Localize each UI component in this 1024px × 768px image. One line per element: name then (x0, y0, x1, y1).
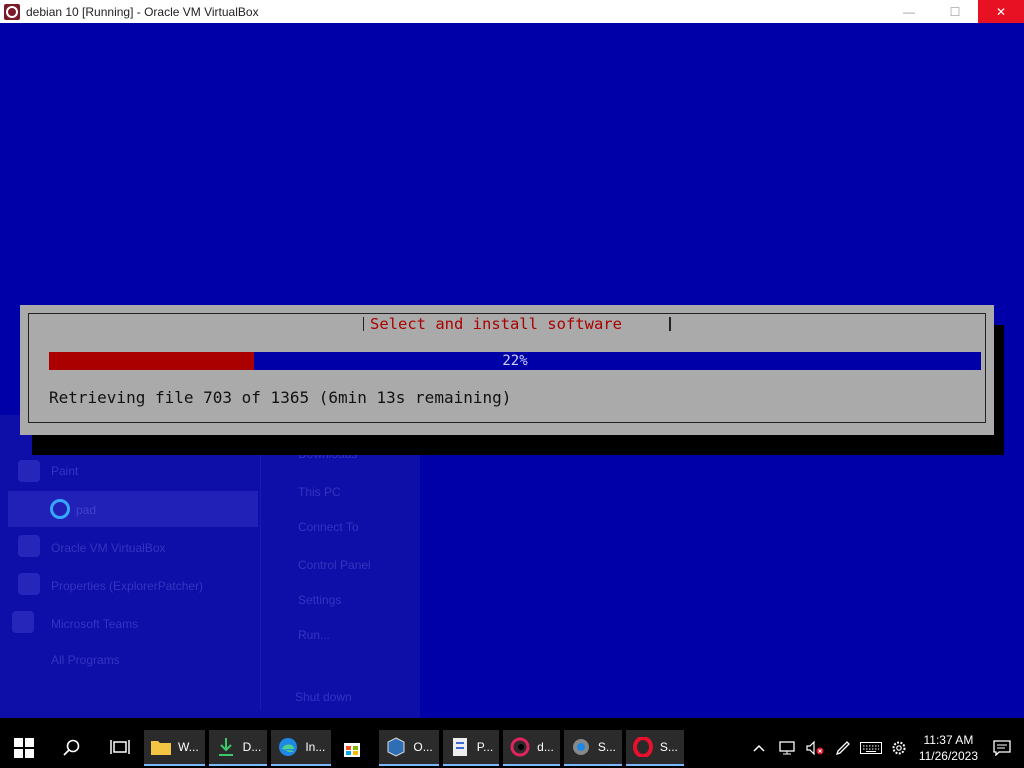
ghost-item-paint: Paint (51, 464, 79, 478)
taskbar-app-store[interactable] (335, 730, 375, 766)
notification-icon[interactable] (990, 728, 1014, 768)
edge-icon (277, 736, 299, 758)
ghost-item-control-panel: Control Panel (298, 558, 371, 572)
clock-time: 11:37 AM (923, 733, 974, 747)
ghost-item-teams: Microsoft Teams (51, 617, 139, 631)
keyboard-icon[interactable] (859, 728, 883, 768)
ghost-teams-icon (12, 611, 34, 633)
ghost-properties-icon (18, 573, 40, 595)
taskbar-app-label: O... (413, 740, 433, 754)
ghost-paint-icon (18, 460, 40, 482)
settings-icon (570, 736, 592, 758)
ghost-item-connect-to: Connect To (298, 520, 359, 534)
taskbar-app-explorer[interactable]: W... (144, 730, 205, 766)
virtualbox-debian-icon (4, 3, 20, 20)
taskbar-app-label: S... (597, 740, 616, 754)
maximize-button[interactable]: ☐ (932, 0, 978, 23)
virtualbox-icon (385, 736, 407, 758)
close-button[interactable]: ✕ (978, 0, 1024, 23)
dialog-title: Select and install software (364, 314, 628, 334)
windows-logo-icon (14, 738, 34, 758)
gear-icon[interactable] (887, 728, 911, 768)
taskbar-app-edge[interactable]: In... (271, 730, 332, 766)
window-title: debian 10 [Running] - Oracle VM VirtualB… (26, 4, 259, 19)
search-button[interactable] (48, 728, 96, 768)
volume-muted-icon[interactable] (803, 728, 827, 768)
taskbar-app-label: In... (305, 740, 326, 754)
taskbar-app-settings[interactable]: S... (563, 730, 622, 766)
task-view-button[interactable] (96, 728, 144, 768)
opera-icon (632, 736, 654, 758)
ghost-item-pad: pad (76, 503, 97, 517)
store-icon (341, 737, 363, 759)
minimize-button[interactable]: — (886, 0, 932, 23)
taskbar-app-properties[interactable]: P... (442, 730, 500, 766)
ghost-shutdown-button: Shut down (295, 690, 352, 704)
ghost-item-all-programs: All Programs (51, 653, 120, 667)
taskbar-app-label: P... (476, 740, 494, 754)
clock-date: 11/26/2023 (918, 749, 978, 763)
taskbar-app-label: D... (242, 740, 262, 754)
taskbar-app-label: d... (537, 740, 554, 754)
taskbar-app-label: W... (178, 740, 199, 754)
system-tray: 11:37 AM 11/26/2023 (745, 728, 1024, 768)
loading-spinner-icon (50, 499, 70, 519)
properties-icon (449, 736, 471, 758)
dialog-frame: Select and install software 22% Retrievi… (28, 313, 986, 423)
taskbar-app-virtualbox[interactable]: O... (379, 730, 439, 766)
progress-bar: 22% (49, 352, 981, 370)
title-divider-right (669, 317, 671, 331)
status-text: Retrieving file 703 of 1365 (6min 13s re… (49, 388, 512, 407)
debian-icon (509, 736, 531, 758)
ghost-selected-item (8, 491, 258, 527)
ghost-item-run: Run... (298, 628, 331, 642)
taskbar-app-opera[interactable]: S... (625, 730, 684, 766)
ghost-menu-divider (260, 420, 261, 710)
ghost-virtualbox-icon (18, 535, 40, 557)
download-icon (215, 736, 237, 758)
ghost-item-virtualbox: Oracle VM VirtualBox (51, 541, 166, 555)
start-button[interactable] (0, 728, 48, 768)
pen-icon[interactable] (831, 728, 855, 768)
ghost-item-this-pc: This PC (298, 485, 341, 499)
installer-dialog: Select and install software 22% Retrievi… (20, 305, 994, 435)
progress-label: 22% (502, 353, 528, 369)
taskbar-app-debian-vm[interactable]: d... (503, 730, 560, 766)
vm-status-strip (0, 718, 1024, 728)
task-view-icon (110, 740, 130, 754)
taskbar: W... D... In... O... P... d... S... S... (0, 728, 1024, 768)
ghost-item-properties: Properties (ExplorerPatcher) (51, 579, 204, 593)
folder-icon (150, 736, 172, 758)
clock[interactable]: 11:37 AM 11/26/2023 (919, 732, 978, 764)
taskbar-app-downloads[interactable]: D... (208, 730, 268, 766)
chevron-up-icon[interactable] (747, 728, 771, 768)
window-titlebar[interactable]: debian 10 [Running] - Oracle VM VirtualB… (0, 0, 1024, 23)
ghost-item-settings: Settings (298, 593, 342, 607)
taskbar-app-label: S... (659, 740, 678, 754)
search-icon (63, 739, 80, 756)
network-icon[interactable] (775, 728, 799, 768)
